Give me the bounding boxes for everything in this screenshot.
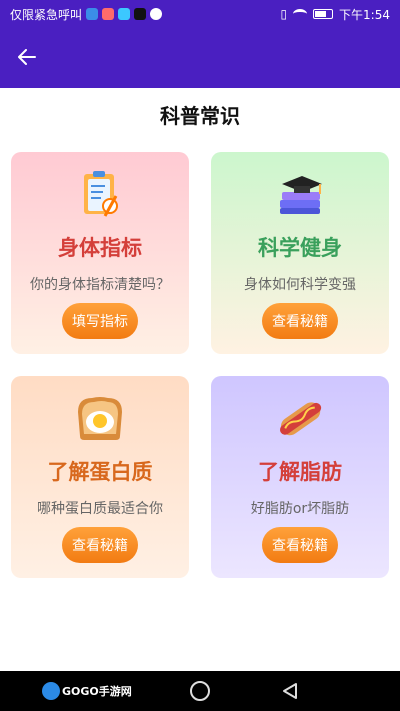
card-subtitle: 哪种蛋白质最适合你 <box>37 501 163 517</box>
egg-toast-icon <box>78 397 122 440</box>
logo-icon <box>42 682 60 700</box>
wifi-icon <box>293 9 308 19</box>
tiktok-icon <box>134 8 147 20</box>
card-title: 了解脂肪 <box>258 460 342 484</box>
logo-text: GOGO手游网 <box>62 685 132 698</box>
app-notification-icon <box>102 8 115 20</box>
app-notification-icon <box>118 8 131 20</box>
card-subtitle: 你的身体指标清楚吗？ <box>30 277 170 293</box>
clock: 下午1:54 <box>339 7 390 22</box>
battery-icon <box>313 9 334 19</box>
home-button[interactable] <box>190 681 210 701</box>
card-fitness: 科学健身 身体如何科学变强 查看秘籍 <box>211 152 389 354</box>
card-body-metrics: 身体指标 你的身体指标清楚吗？ 填写指标 <box>11 152 189 354</box>
fill-metrics-button[interactable]: 填写指标 <box>62 303 138 339</box>
clipboard-icon <box>84 171 118 217</box>
card-title: 科学健身 <box>258 236 342 260</box>
arrow-left-icon <box>18 49 36 65</box>
page-title: 科普常识 <box>160 104 240 128</box>
vibrate-icon: ▯ <box>280 7 288 21</box>
app-notification-icon <box>86 8 99 20</box>
system-nav-bar: GOGO手游网 <box>0 671 400 711</box>
view-guide-button[interactable]: 查看秘籍 <box>262 527 338 563</box>
back-button[interactable] <box>14 44 40 70</box>
card-protein: 了解蛋白质 哪种蛋白质最适合你 查看秘籍 <box>11 376 189 578</box>
status-bar: 仅限紧急呼叫 ▯ 下午1:54 <box>0 0 400 28</box>
app-bar <box>0 28 400 88</box>
view-guide-button[interactable]: 查看秘籍 <box>262 303 338 339</box>
books-icon <box>280 176 322 214</box>
card-title: 身体指标 <box>58 236 142 260</box>
carrier-text: 仅限紧急呼叫 <box>10 7 83 22</box>
card-subtitle: 身体如何科学变强 <box>244 277 356 293</box>
card-subtitle: 好脂肪or坏脂肪 <box>250 501 350 517</box>
watermark-logo: GOGO手游网 <box>42 681 132 701</box>
back-nav-button[interactable] <box>280 681 300 701</box>
hotdog-icon <box>280 402 322 436</box>
message-icon <box>150 8 163 20</box>
card-fat: 了解脂肪 好脂肪or坏脂肪 查看秘籍 <box>211 376 389 578</box>
view-guide-button[interactable]: 查看秘籍 <box>62 527 138 563</box>
card-title: 了解蛋白质 <box>47 460 153 484</box>
